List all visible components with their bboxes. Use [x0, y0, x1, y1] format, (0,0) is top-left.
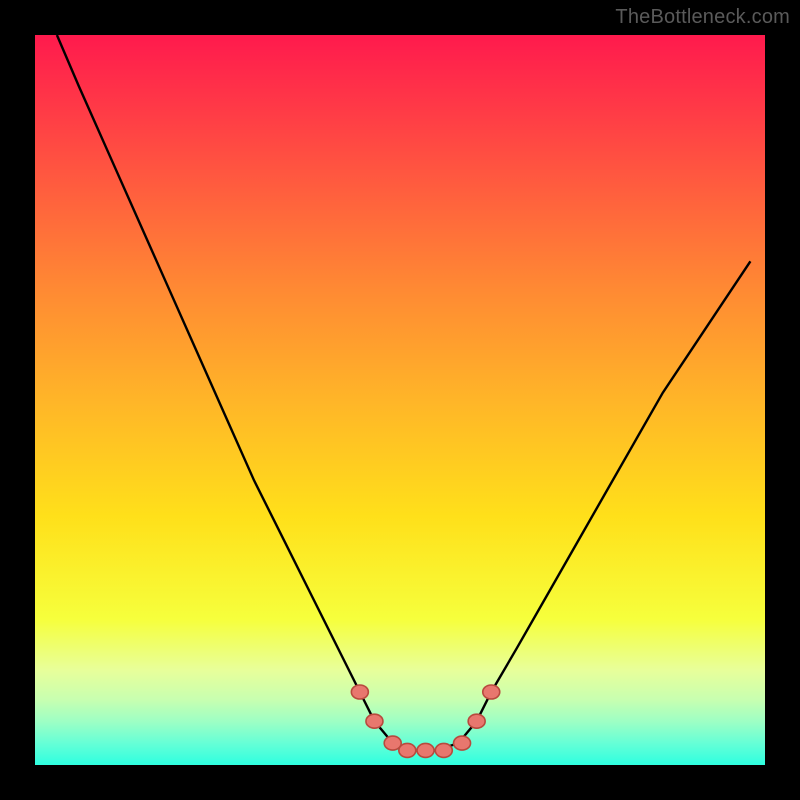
chart-markers	[351, 685, 499, 757]
chart-marker	[435, 743, 452, 757]
chart-svg	[35, 35, 765, 765]
chart-marker	[351, 685, 368, 699]
chart-marker	[417, 743, 434, 757]
chart-marker	[366, 714, 383, 728]
chart-marker	[483, 685, 500, 699]
chart-marker	[399, 743, 416, 757]
chart-frame: TheBottleneck.com	[0, 0, 800, 800]
chart-marker	[468, 714, 485, 728]
chart-marker	[454, 736, 471, 750]
chart-plot-area	[35, 35, 765, 765]
chart-curve	[57, 35, 751, 750]
watermark-text: TheBottleneck.com	[615, 6, 790, 29]
